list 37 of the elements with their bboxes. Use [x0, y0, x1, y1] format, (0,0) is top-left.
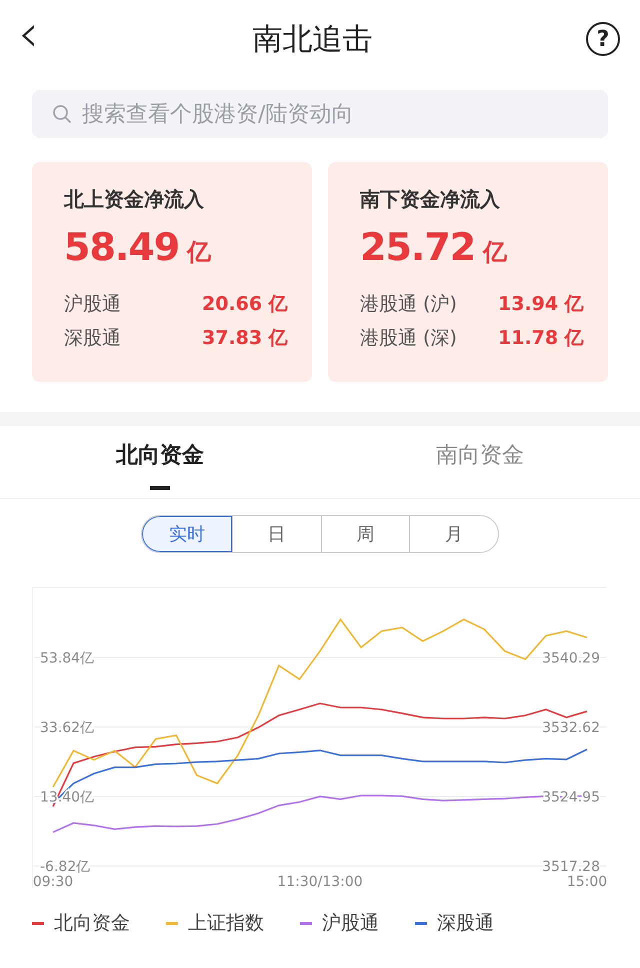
amount-unit: 亿	[483, 237, 508, 268]
channel-value: 11.78 亿	[498, 326, 584, 351]
help-button[interactable]: ?	[586, 22, 620, 56]
period-tab[interactable]: 实时	[142, 516, 232, 552]
card-title: 南下资金净流入	[360, 186, 501, 213]
search-field[interactable]: 搜索查看个股港资/陆资动向	[32, 90, 608, 138]
period-tab[interactable]: 日	[232, 516, 320, 552]
axis-label: 53.84亿	[40, 650, 94, 666]
channel-value: 37.83 亿	[202, 326, 288, 351]
tab[interactable]: 南向资金	[320, 426, 640, 498]
back-button[interactable]: ‹	[18, 8, 39, 60]
period-tab[interactable]: 周	[320, 516, 410, 552]
amount-value: 25.72	[360, 225, 476, 269]
axis-label: 15:00	[566, 874, 607, 888]
channel-label: 港股通 (深)	[360, 326, 458, 351]
channel-label: 港股通 (沪)	[360, 292, 458, 317]
channel-label: 沪股通	[64, 292, 122, 317]
axis-label: 09:30	[33, 874, 74, 888]
tab[interactable]: 北向资金	[0, 426, 320, 498]
amount-unit: 亿	[187, 237, 212, 268]
amount-value: 58.49	[64, 225, 180, 269]
axis-label: 3540.29	[542, 650, 600, 666]
axis-label: -6.82亿	[40, 859, 90, 875]
channel-value: 20.66 亿	[202, 292, 288, 317]
legend-label: 深股通	[437, 911, 494, 936]
legend-label: 上证指数	[188, 911, 264, 936]
period-tab[interactable]: 月	[409, 516, 498, 552]
card-title: 北上资金净流入	[64, 186, 205, 213]
channel-value: 13.94 亿	[498, 292, 584, 317]
axis-label: 3532.62	[542, 720, 600, 736]
axis-label: 11:30/13:00	[277, 874, 363, 888]
axis-label: 3517.28	[542, 859, 600, 875]
channel-label: 深股通	[64, 326, 122, 351]
legend-label: 北向资金	[54, 911, 130, 936]
axis-label: 33.62亿	[40, 720, 94, 736]
page-title: 南北追击	[252, 20, 372, 58]
legend-label: 沪股通	[322, 911, 379, 936]
